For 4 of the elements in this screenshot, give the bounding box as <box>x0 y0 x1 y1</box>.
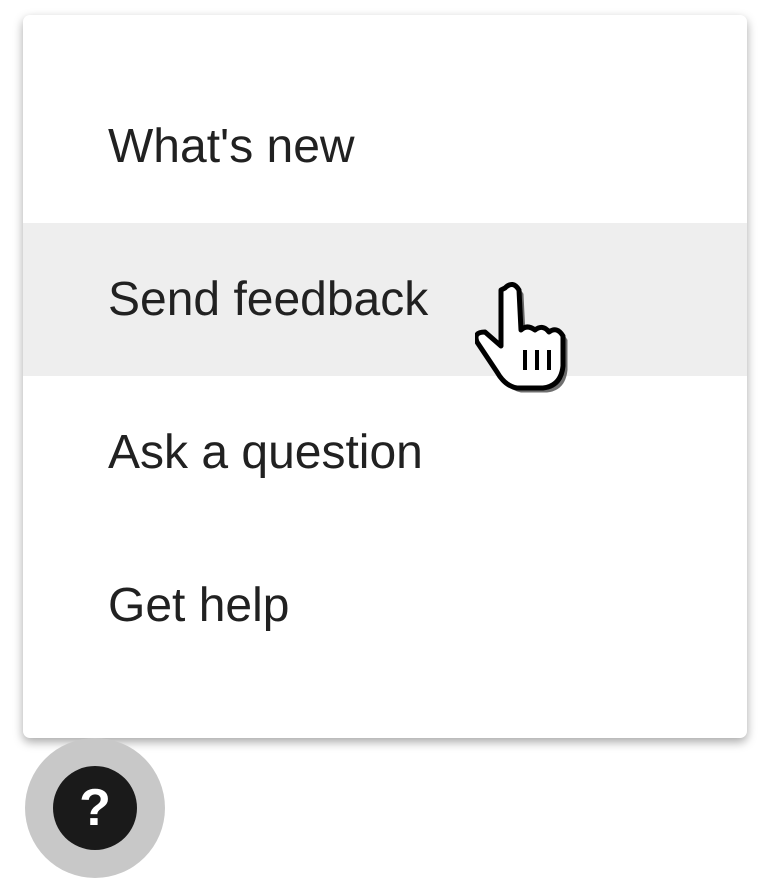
menu-item[interactable]: Ask a question <box>23 376 747 529</box>
menu-item[interactable]: Get help <box>23 529 747 682</box>
menu-item[interactable]: What's new <box>23 70 747 223</box>
help-button[interactable]: ? <box>25 738 165 878</box>
